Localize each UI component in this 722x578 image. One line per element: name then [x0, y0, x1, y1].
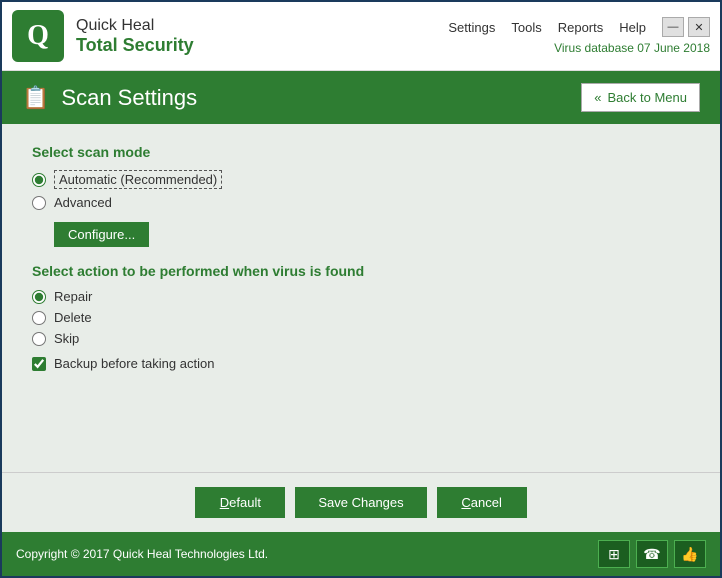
action-repair-radio[interactable] — [32, 290, 46, 304]
cancel-btn-label: Cancel — [461, 495, 501, 510]
window-controls: — ✕ — [662, 17, 710, 37]
configure-button[interactable]: Configure... — [54, 222, 149, 247]
logo-letter: Q — [27, 20, 49, 52]
app-name-top: Quick Heal — [76, 17, 194, 35]
copyright-text: Copyright © 2017 Quick Heal Technologies… — [16, 547, 268, 561]
thumbsup-icon-button[interactable]: 👍 — [674, 540, 706, 568]
action-delete-radio[interactable] — [32, 311, 46, 325]
titlebar: Q Quick Heal Total Security Settings Too… — [2, 2, 720, 71]
action-delete-label: Delete — [54, 310, 92, 325]
grid-icon-button[interactable]: ⊞ — [598, 540, 630, 568]
save-changes-button[interactable]: Save Changes — [295, 487, 426, 518]
section-header: 📋 Scan Settings « Back to Menu — [2, 71, 720, 124]
scan-settings-icon: 📋 — [22, 85, 49, 111]
menu-tools[interactable]: Tools — [511, 20, 541, 35]
scan-mode-auto-item[interactable]: Automatic (Recommended) — [32, 170, 690, 189]
menu-help[interactable]: Help — [619, 20, 646, 35]
scan-mode-label: Select scan mode — [32, 144, 690, 160]
scan-mode-advanced-radio[interactable] — [32, 196, 46, 210]
status-icons: ⊞ ☎ 👍 — [598, 540, 706, 568]
back-chevron-icon: « — [594, 90, 601, 105]
footer-buttons: Default Save Changes Cancel — [2, 472, 720, 532]
save-changes-btn-label: Save Changes — [318, 495, 403, 510]
action-skip-item[interactable]: Skip — [32, 331, 690, 346]
scan-mode-section: Select scan mode Automatic (Recommended)… — [32, 144, 690, 263]
app-name: Quick Heal Total Security — [76, 17, 194, 56]
app-logo: Q — [12, 10, 64, 62]
scan-mode-auto-label: Automatic (Recommended) — [54, 170, 222, 189]
back-to-menu-button[interactable]: « Back to Menu — [581, 83, 700, 112]
statusbar: Copyright © 2017 Quick Heal Technologies… — [2, 532, 720, 576]
backup-checkbox-item[interactable]: Backup before taking action — [32, 356, 690, 371]
default-button[interactable]: Default — [195, 487, 285, 518]
action-skip-radio[interactable] — [32, 332, 46, 346]
minimize-button[interactable]: — — [662, 17, 684, 37]
backup-checkbox[interactable] — [32, 357, 46, 371]
menu-bar: Settings Tools Reports Help — [448, 20, 646, 35]
virus-action-label: Select action to be performed when virus… — [32, 263, 690, 279]
action-skip-label: Skip — [54, 331, 79, 346]
main-content: Select scan mode Automatic (Recommended)… — [2, 124, 720, 472]
back-btn-label: Back to Menu — [608, 90, 688, 105]
close-button[interactable]: ✕ — [688, 17, 710, 37]
action-repair-item[interactable]: Repair — [32, 289, 690, 304]
scan-mode-advanced-item[interactable]: Advanced — [32, 195, 690, 210]
virus-db-label: Virus database 07 June 2018 — [554, 41, 710, 55]
phone-icon-button[interactable]: ☎ — [636, 540, 668, 568]
section-title-area: 📋 Scan Settings — [22, 85, 197, 111]
section-title: Scan Settings — [61, 85, 197, 111]
virus-action-section: Select action to be performed when virus… — [32, 263, 690, 371]
scan-mode-advanced-label: Advanced — [54, 195, 112, 210]
app-name-bottom: Total Security — [76, 35, 194, 56]
action-delete-item[interactable]: Delete — [32, 310, 690, 325]
menu-reports[interactable]: Reports — [558, 20, 604, 35]
cancel-button[interactable]: Cancel — [437, 487, 527, 518]
scan-mode-auto-radio[interactable] — [32, 173, 46, 187]
menu-settings[interactable]: Settings — [448, 20, 495, 35]
backup-checkbox-label: Backup before taking action — [54, 356, 214, 371]
scan-mode-radio-group: Automatic (Recommended) Advanced — [32, 170, 690, 210]
virus-action-radio-group: Repair Delete Skip — [32, 289, 690, 346]
action-repair-label: Repair — [54, 289, 92, 304]
titlebar-right: Settings Tools Reports Help — ✕ Virus da… — [448, 17, 710, 55]
menu-controls-row: Settings Tools Reports Help — ✕ — [448, 17, 710, 37]
